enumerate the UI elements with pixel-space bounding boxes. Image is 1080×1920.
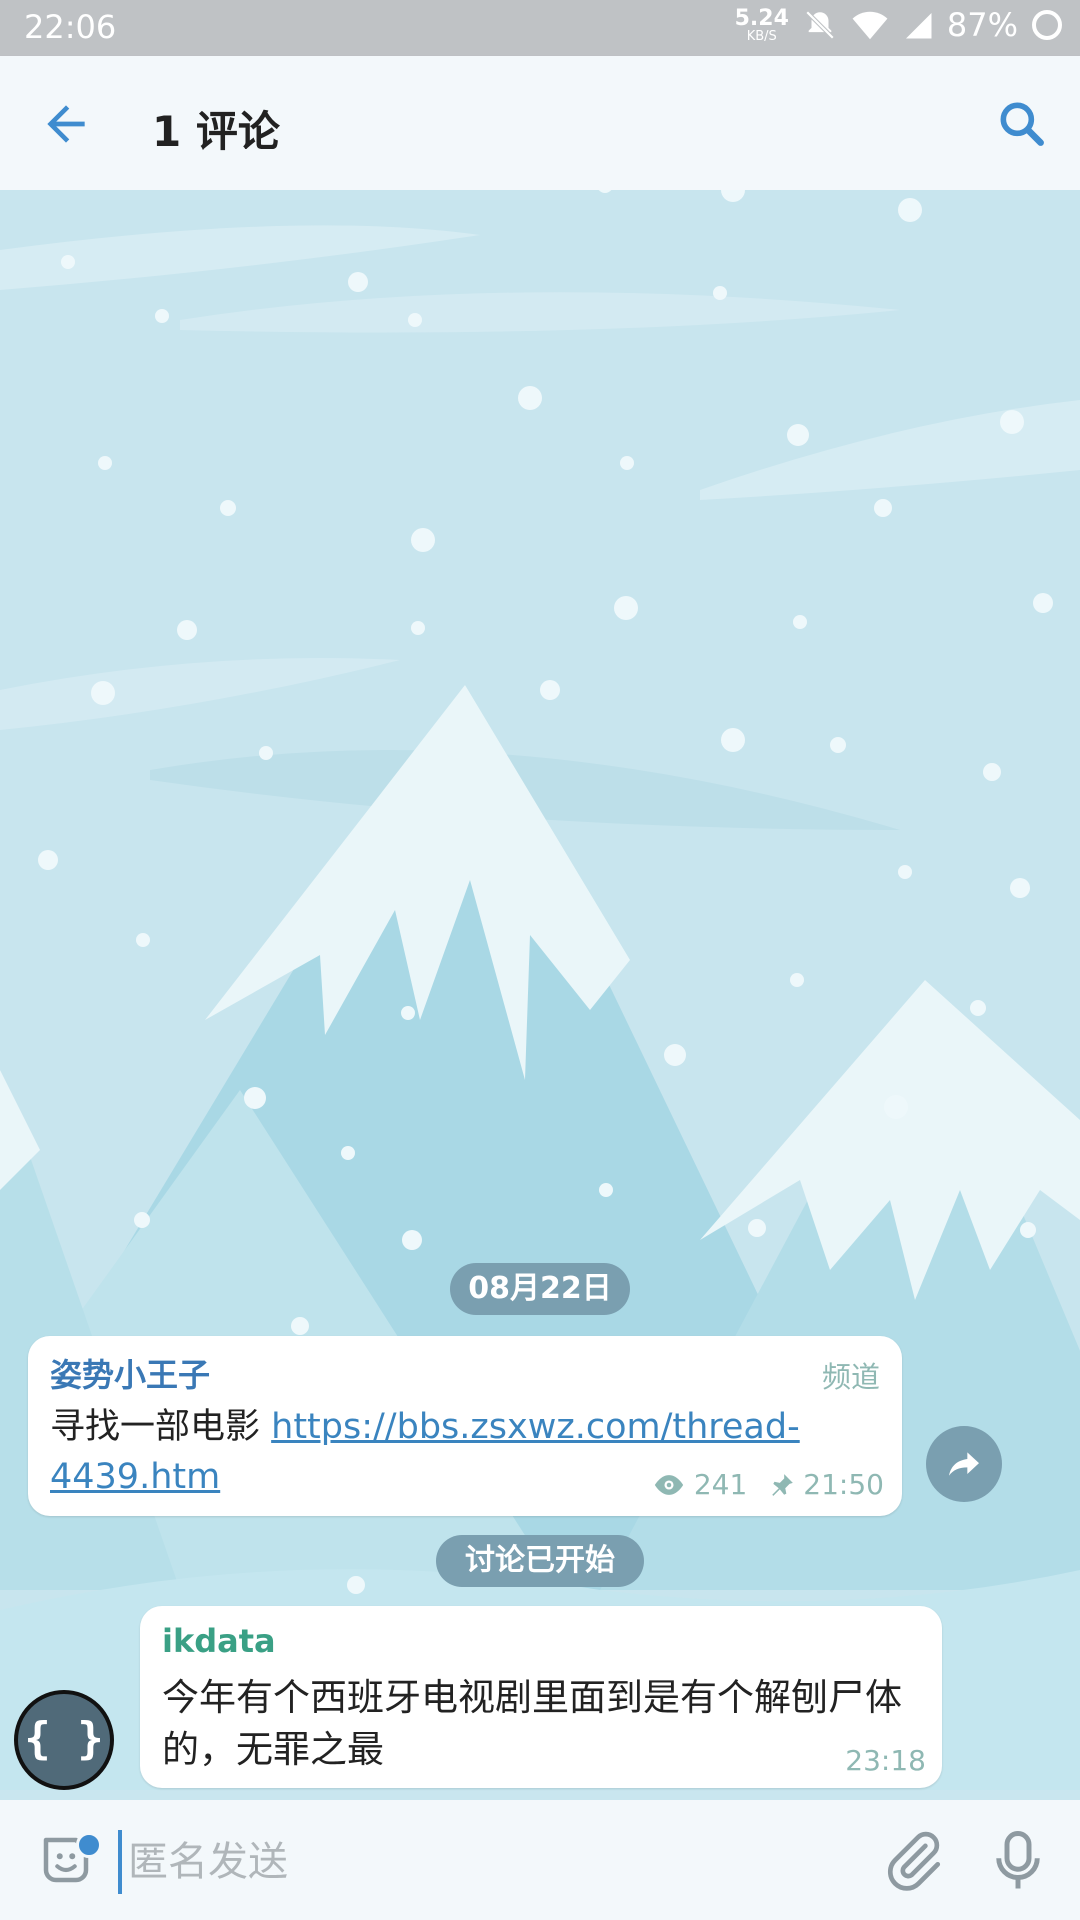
eye-icon [654,1474,684,1495]
status-icons: 5.24 KB/S 87% [735,6,1062,44]
net-speed-unit: KB/S [746,28,777,44]
arrow-left-icon [47,105,85,143]
notification-dot [76,1832,102,1858]
chat-header: 1 评论 [0,56,1080,190]
search-button[interactable] [994,96,1050,152]
message-input[interactable] [118,1830,870,1894]
battery-percent: 87% [946,6,1018,44]
wifi-icon [852,11,888,40]
signal-icon [905,13,932,39]
message-text-body: 寻找一部电影 [50,1407,272,1447]
message-input-bar [0,1800,1080,1920]
status-time: 22:06 [24,8,117,46]
avatar[interactable]: { } [14,1690,114,1790]
page-title: 1 评论 [152,107,280,156]
voice-button[interactable] [990,1828,1046,1894]
attach-button[interactable] [880,1828,946,1894]
view-count: 241 [693,1468,748,1501]
channel-tag: 频道 [821,1360,880,1394]
message-time: 21:50 [803,1468,884,1501]
pin-icon [772,1473,794,1496]
message-text: 今年有个西班牙电视剧里面到是有个解刨尸体的，无罪之最 [162,1676,902,1771]
share-button[interactable] [926,1426,1002,1502]
back-button[interactable] [38,96,94,152]
date-chip: 08月22日 [450,1263,630,1315]
share-arrow-icon [949,1452,979,1476]
net-speed-value: 5.24 [734,5,789,31]
message-meta: 241 21:50 [652,1468,884,1501]
discussion-started-chip: 讨论已开始 [436,1535,644,1587]
comment-bubble[interactable]: ikdata 今年有个西班牙电视剧里面到是有个解刨尸体的，无罪之最 23:18 [140,1606,942,1788]
channel-post-bubble[interactable]: 姿势小王子 频道 寻找一部电影 https://bbs.zsxwz.com/th… [28,1336,902,1516]
bell-muted-icon [805,10,835,40]
net-speed: 5.24 KB/S [734,5,789,44]
message-sender[interactable]: ikdata [162,1622,276,1660]
microphone-icon [996,1831,1040,1889]
message-sender[interactable]: 姿势小王子 [50,1350,210,1396]
search-icon [1000,102,1044,146]
message-time: 23:18 [845,1744,926,1777]
status-bar: 22:06 5.24 KB/S 87% [0,0,1080,56]
battery-icon [1032,10,1062,40]
paperclip-icon [887,1831,941,1891]
